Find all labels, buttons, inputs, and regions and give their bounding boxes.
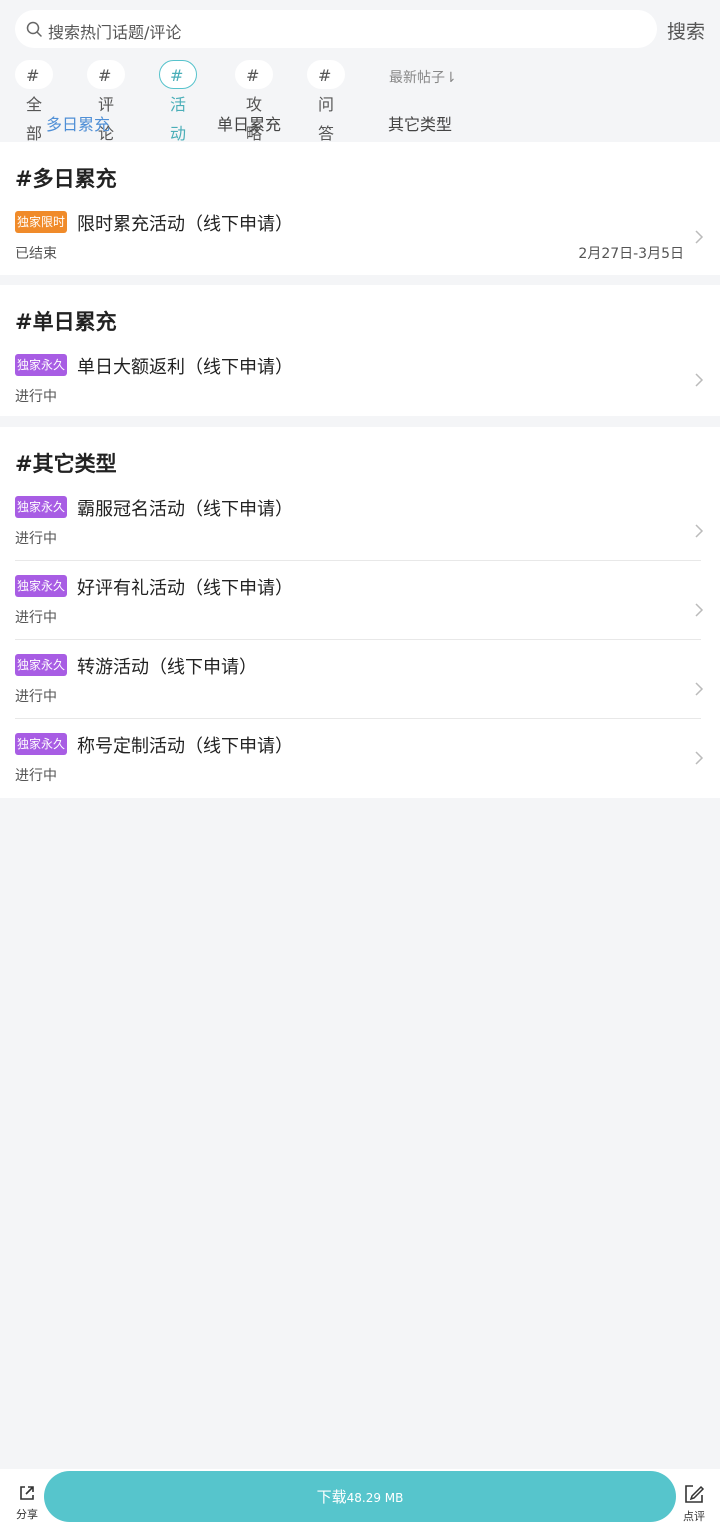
search-input[interactable]: 搜索热门话题/评论 (15, 10, 657, 48)
sort-toggle[interactable]: 最新帖子⇂ (389, 67, 457, 87)
download-button[interactable]: 下载48.29 MB (44, 1471, 676, 1522)
badge-permanent: 独家永久 (15, 496, 68, 518)
section-title: #单日累充 (15, 310, 117, 334)
edit-icon (685, 1485, 705, 1503)
share-button[interactable]: 分享 (12, 1483, 42, 1522)
divider (15, 718, 701, 719)
chevron-right-icon (695, 230, 704, 244)
section-multi-day: #多日累充 独家限时 限时累充活动（线下申请） 已结束 2月27日-3月5日 (0, 142, 720, 275)
item-title: 好评有礼活动（线下申请） (77, 578, 293, 599)
item-status: 进行中 (15, 689, 57, 705)
chip-guide[interactable]: #攻略 (235, 60, 274, 143)
item-status: 进行中 (15, 389, 57, 405)
share-label: 分享 (16, 1508, 38, 1521)
chevron-right-icon (695, 682, 704, 696)
chip-all[interactable]: #全部 (15, 60, 54, 143)
chevron-right-icon (695, 603, 704, 617)
item-status: 已结束 (15, 246, 57, 262)
search-button[interactable]: 搜索 (667, 17, 705, 44)
chevron-right-icon (695, 751, 704, 765)
item-title: 单日大额返利（线下申请） (77, 357, 293, 378)
tab-single-day[interactable]: 单日累充 (217, 111, 281, 135)
item-title: 称号定制活动（线下申请） (77, 736, 293, 757)
badge-permanent: 独家永久 (15, 575, 68, 597)
badge-limited: 独家限时 (15, 211, 68, 233)
item-status: 进行中 (15, 531, 57, 547)
divider (15, 639, 701, 640)
tab-multi-day[interactable]: 多日累充 (46, 111, 110, 135)
chevron-right-icon (695, 524, 704, 538)
chevron-right-icon (695, 373, 704, 387)
section-title: #其它类型 (15, 452, 117, 476)
divider (15, 560, 701, 561)
chip-qa[interactable]: #问答 (307, 60, 346, 143)
list-item[interactable]: 独家限时 限时累充活动（线下申请） 已结束 2月27日-3月5日 (0, 208, 720, 275)
badge-permanent: 独家永久 (15, 733, 68, 755)
list-item[interactable]: 独家永久 好评有礼活动（线下申请） 进行中 (0, 572, 720, 639)
download-size: 48.29 MB (346, 1491, 404, 1505)
section-title: #多日累充 (15, 167, 117, 191)
badge-permanent: 独家永久 (15, 654, 68, 676)
badge-permanent: 独家永久 (15, 354, 68, 376)
bottom-bar: 分享 下载48.29 MB 点评 (0, 1469, 720, 1529)
download-label: 下载 (316, 1488, 347, 1506)
item-title: 限时累充活动（线下申请） (77, 214, 293, 235)
chip-review[interactable]: #评论 (87, 60, 126, 143)
review-button[interactable]: 点评 (679, 1483, 709, 1524)
item-status: 进行中 (15, 610, 57, 626)
tab-other[interactable]: 其它类型 (388, 111, 452, 135)
item-title: 转游活动（线下申请） (77, 657, 257, 678)
search-icon (26, 21, 42, 37)
share-icon (20, 1486, 34, 1500)
list-item[interactable]: 独家永久 称号定制活动（线下申请） 进行中 (0, 730, 720, 798)
section-single-day: #单日累充 独家永久 单日大额返利（线下申请） 进行中 (0, 285, 720, 416)
search-placeholder: 搜索热门话题/评论 (48, 23, 182, 42)
item-date: 2月27日-3月5日 (578, 246, 684, 262)
list-item[interactable]: 独家永久 霸服冠名活动（线下申请） 进行中 (0, 493, 720, 560)
item-status: 进行中 (15, 768, 57, 784)
list-item[interactable]: 独家永久 转游活动（线下申请） 进行中 (0, 651, 720, 718)
list-item[interactable]: 独家永久 单日大额返利（线下申请） 进行中 (0, 351, 720, 416)
chip-event[interactable]: #活动 (159, 60, 198, 143)
review-label: 点评 (683, 1510, 705, 1523)
item-title: 霸服冠名活动（线下申请） (77, 499, 293, 520)
top-bar: 搜索热门话题/评论 搜索 #全部 #评论 #活动 #攻略 #问答 最新帖子⇂ 多… (0, 0, 720, 143)
section-other: #其它类型 独家永久 霸服冠名活动（线下申请） 进行中 独家永久 好评有礼活动（… (0, 427, 720, 798)
